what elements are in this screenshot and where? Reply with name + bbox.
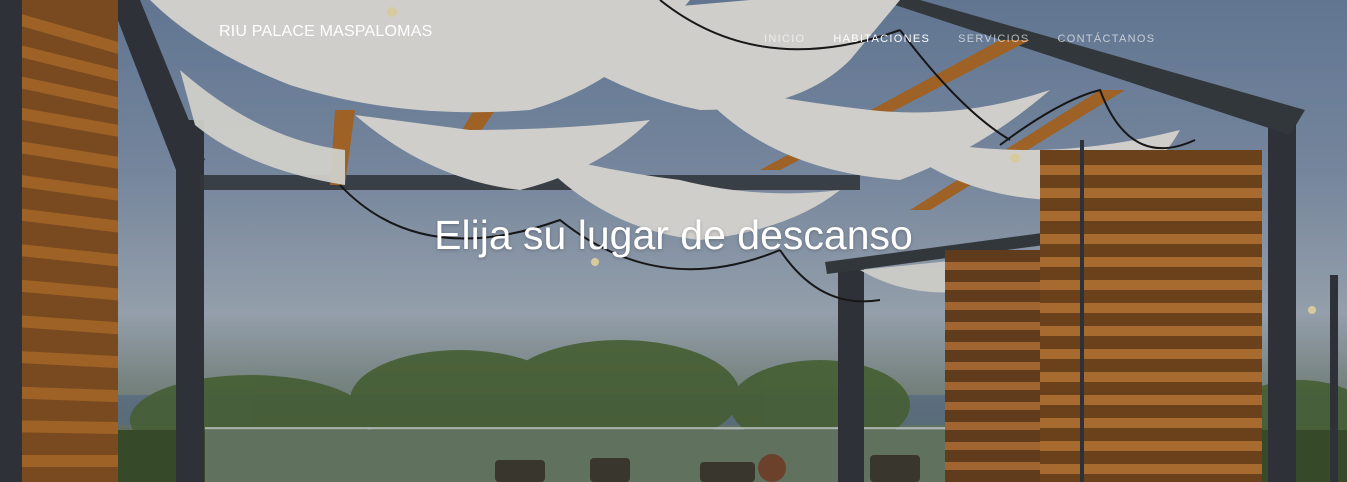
main-navigation: INICIO HABITACIONES SERVICIOS CONTÁCTANO… <box>764 29 1183 47</box>
hero-headline: Elija su lugar de descanso <box>434 212 913 258</box>
nav-item-servicios: SERVICIOS <box>958 29 1029 47</box>
nav-item-inicio: INICIO <box>764 29 805 47</box>
nav-item-habitaciones: HABITACIONES <box>833 29 930 47</box>
nav-link-contactanos[interactable]: CONTÁCTANOS <box>1058 33 1156 45</box>
nav-item-contactanos: CONTÁCTANOS <box>1058 29 1156 47</box>
hero-section: RIU PALACE MASPALOMAS INICIO HABITACIONE… <box>0 0 1347 482</box>
nav-link-inicio[interactable]: INICIO <box>764 33 805 45</box>
nav-link-habitaciones[interactable]: HABITACIONES <box>833 33 930 45</box>
nav-link-servicios[interactable]: SERVICIOS <box>958 33 1029 45</box>
brand-logo-link[interactable]: RIU PALACE MASPALOMAS <box>219 23 432 41</box>
